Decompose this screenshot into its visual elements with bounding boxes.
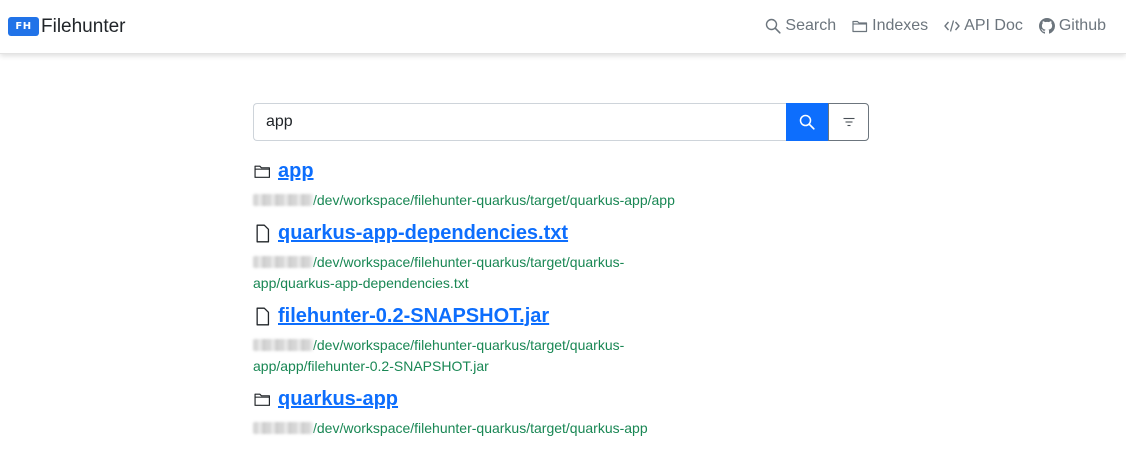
result-path-text: /dev/workspace/filehunter-quarkus/target… xyxy=(313,420,648,436)
search-button[interactable] xyxy=(786,103,828,141)
nav-search-link[interactable]: Search xyxy=(765,17,836,35)
results-list: app /dev/workspace/filehunter-quarkus/ta… xyxy=(253,158,873,448)
result-item: filehunter-0.2-SNAPSHOT.jar /dev/workspa… xyxy=(253,303,873,377)
search-bar xyxy=(253,103,869,141)
search-icon xyxy=(799,114,815,130)
result-title: quarkus-app xyxy=(253,386,873,412)
result-item: quarkus-app /dev/workspace/filehunter-qu… xyxy=(253,386,873,439)
result-link[interactable]: app xyxy=(278,160,314,183)
nav-api-doc-link[interactable]: API Doc xyxy=(944,17,1023,35)
redacted-path-prefix xyxy=(253,256,313,268)
result-title: app xyxy=(253,158,873,184)
filter-icon xyxy=(843,117,854,127)
result-link[interactable]: quarkus-app-dependencies.txt xyxy=(278,222,568,245)
nav-api-doc-label: API Doc xyxy=(964,17,1023,34)
folder-icon xyxy=(254,165,270,178)
result-item: app /dev/workspace/filehunter-quarkus/ta… xyxy=(253,158,873,211)
result-path-text: /dev/workspace/filehunter-quarkus/target… xyxy=(313,192,675,208)
result-item: quarkus-app-dependencies.txt /dev/worksp… xyxy=(253,220,873,294)
brand-logo: FH xyxy=(8,17,39,36)
search-icon xyxy=(766,18,782,34)
github-icon xyxy=(1038,18,1055,34)
result-path: /dev/workspace/filehunter-quarkus/target… xyxy=(253,335,703,377)
result-title: filehunter-0.2-SNAPSHOT.jar xyxy=(253,303,873,329)
result-path: /dev/workspace/filehunter-quarkus/target… xyxy=(253,190,703,211)
folder-icon xyxy=(254,393,270,406)
file-icon xyxy=(256,307,270,325)
result-path: /dev/workspace/filehunter-quarkus/target… xyxy=(253,418,703,439)
nav-search-label: Search xyxy=(785,17,837,34)
redacted-path-prefix xyxy=(253,194,313,206)
nav-github-label: Github xyxy=(1058,17,1106,34)
code-icon xyxy=(944,20,960,32)
filter-button[interactable] xyxy=(828,103,869,141)
folder-icon xyxy=(852,20,868,33)
result-title: quarkus-app-dependencies.txt xyxy=(253,220,873,246)
nav-links: Search Indexes API Doc Github xyxy=(765,17,1106,35)
navbar: FH Filehunter Search Indexes API Doc Git… xyxy=(0,0,1126,54)
redacted-path-prefix xyxy=(253,339,313,351)
result-path: /dev/workspace/filehunter-quarkus/target… xyxy=(253,252,703,294)
brand-name: Filehunter xyxy=(41,16,126,37)
search-input[interactable] xyxy=(253,103,786,141)
nav-indexes-link[interactable]: Indexes xyxy=(852,17,928,35)
result-link[interactable]: quarkus-app xyxy=(278,388,398,411)
nav-indexes-label: Indexes xyxy=(872,17,929,34)
nav-github-link[interactable]: Github xyxy=(1038,17,1106,35)
redacted-path-prefix xyxy=(253,422,313,434)
file-icon xyxy=(256,224,270,242)
brand-link[interactable]: FH Filehunter xyxy=(8,17,126,36)
result-link[interactable]: filehunter-0.2-SNAPSHOT.jar xyxy=(278,305,549,328)
